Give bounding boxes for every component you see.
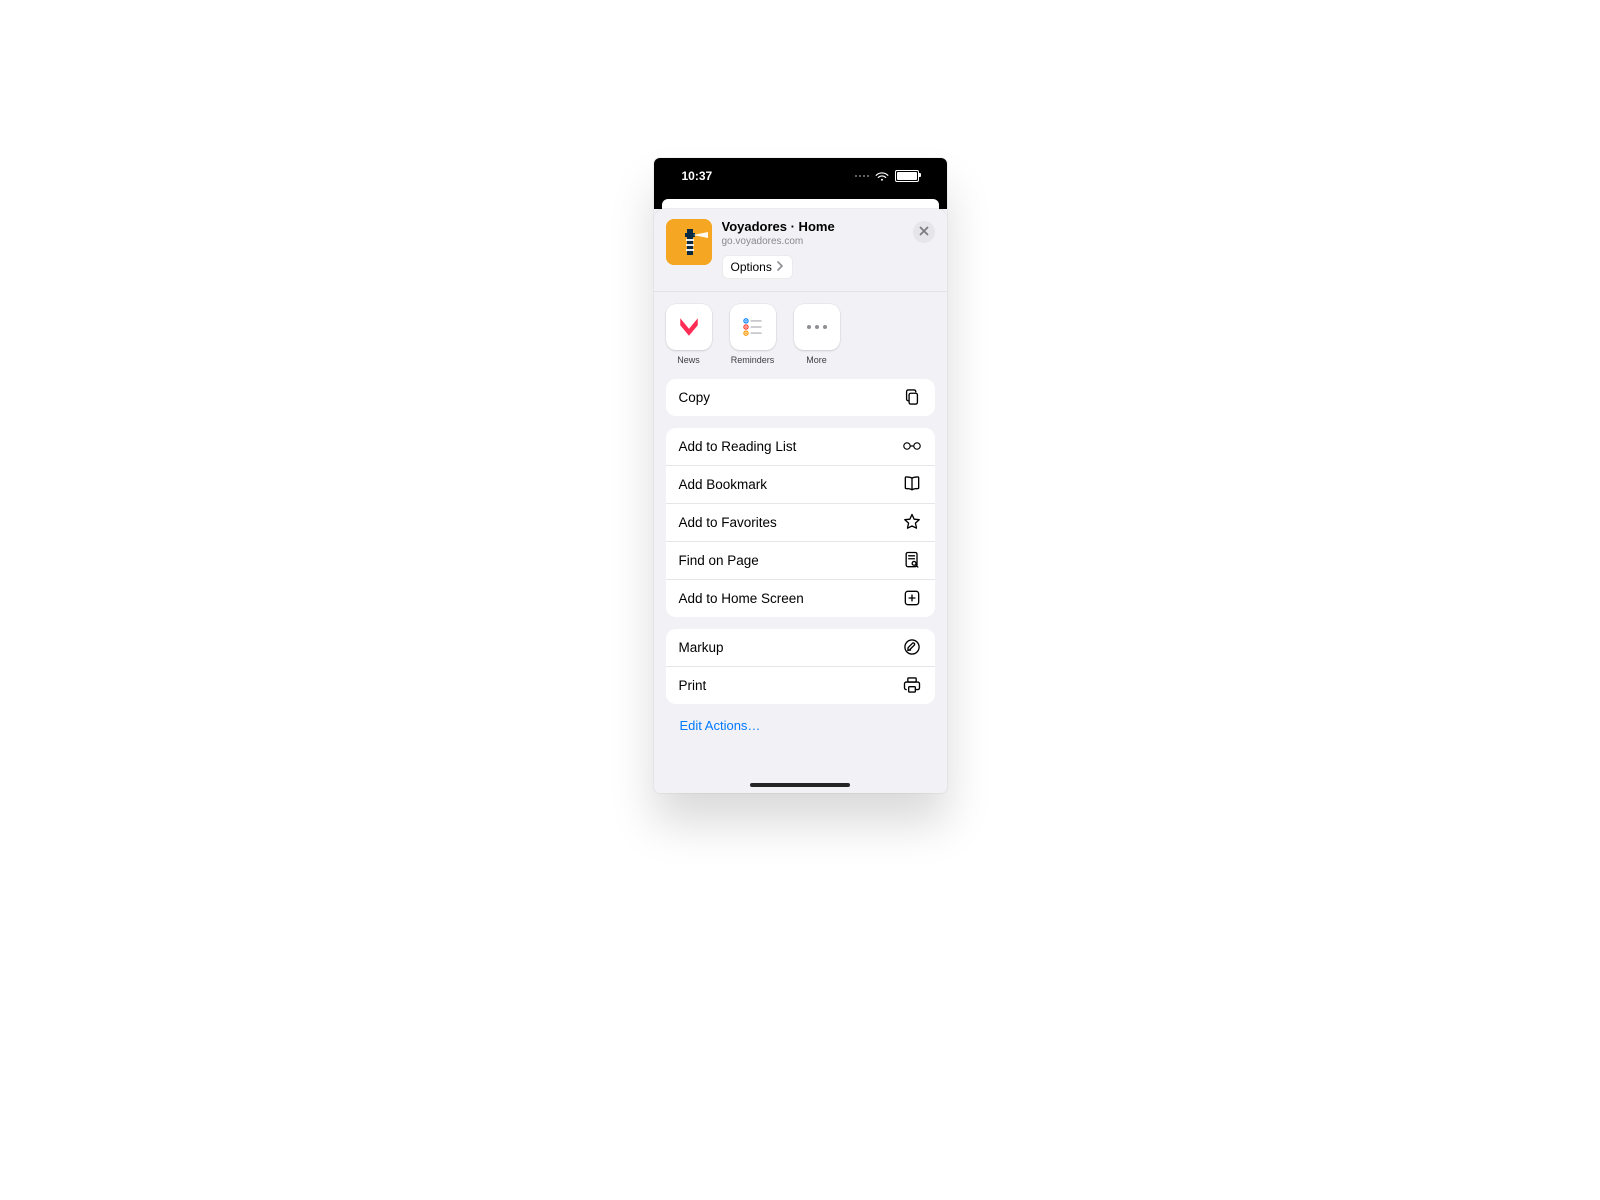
action-bookmark[interactable]: Add Bookmark: [666, 465, 935, 503]
cell-strength-icon: [855, 175, 869, 177]
find-icon: [902, 550, 922, 570]
action-label: Add to Reading List: [679, 439, 797, 454]
share-target-label: News: [677, 355, 700, 365]
close-icon: [919, 223, 929, 241]
share-page-title: Voyadores · Home: [722, 219, 905, 235]
reminders-app-icon: [730, 304, 776, 350]
action-markup[interactable]: Markup: [666, 629, 935, 666]
action-group: Add to Reading List Add Bookmark Add to Fa…: [666, 428, 935, 617]
star-icon: [902, 512, 922, 532]
phone-frame: 10:37: [654, 158, 947, 793]
action-find[interactable]: Find on Page: [666, 541, 935, 579]
share-page-url: go.voyadores.com: [722, 236, 905, 247]
share-options-button[interactable]: Options: [722, 255, 793, 279]
action-label: Find on Page: [679, 553, 759, 568]
markup-icon: [902, 637, 922, 657]
share-header: Voyadores · Home go.voyadores.com Option…: [654, 209, 947, 292]
share-target-reminders[interactable]: Reminders: [730, 304, 776, 365]
action-group: Markup Print: [666, 629, 935, 704]
battery-icon: [895, 170, 919, 182]
action-label: Print: [679, 678, 707, 693]
action-copy[interactable]: Copy: [666, 379, 935, 416]
action-homescreen[interactable]: Add to Home Screen: [666, 579, 935, 617]
share-target-label: More: [806, 355, 827, 365]
action-print[interactable]: Print: [666, 666, 935, 704]
action-label: Copy: [679, 390, 711, 405]
action-label: Add to Favorites: [679, 515, 777, 530]
action-group: Copy: [666, 379, 935, 416]
status-right: [855, 170, 919, 182]
action-label: Add Bookmark: [679, 477, 768, 492]
action-favorites[interactable]: Add to Favorites: [666, 503, 935, 541]
glasses-icon: [902, 436, 922, 456]
share-target-news[interactable]: News: [666, 304, 712, 365]
share-target-more[interactable]: More: [794, 304, 840, 365]
plus-square-icon: [902, 588, 922, 608]
share-apps-row: News Reminders: [654, 292, 947, 375]
site-favicon: [666, 219, 712, 265]
chevron-right-icon: [776, 260, 784, 274]
copy-icon: [902, 387, 922, 407]
share-options-label: Options: [731, 260, 772, 274]
status-bar: 10:37: [654, 158, 947, 194]
more-icon: [794, 304, 840, 350]
action-label: Markup: [679, 640, 724, 655]
status-time: 10:37: [682, 169, 713, 183]
action-label: Add to Home Screen: [679, 591, 804, 606]
edit-actions-link[interactable]: Edit Actions…: [654, 716, 947, 733]
home-indicator: [750, 783, 850, 787]
share-sheet: Voyadores · Home go.voyadores.com Option…: [654, 209, 947, 793]
share-target-label: Reminders: [731, 355, 775, 365]
wifi-icon: [875, 171, 889, 181]
book-icon: [902, 474, 922, 494]
print-icon: [902, 675, 922, 695]
news-app-icon: [666, 304, 712, 350]
close-button[interactable]: [913, 221, 935, 243]
action-reading-list[interactable]: Add to Reading List: [666, 428, 935, 465]
